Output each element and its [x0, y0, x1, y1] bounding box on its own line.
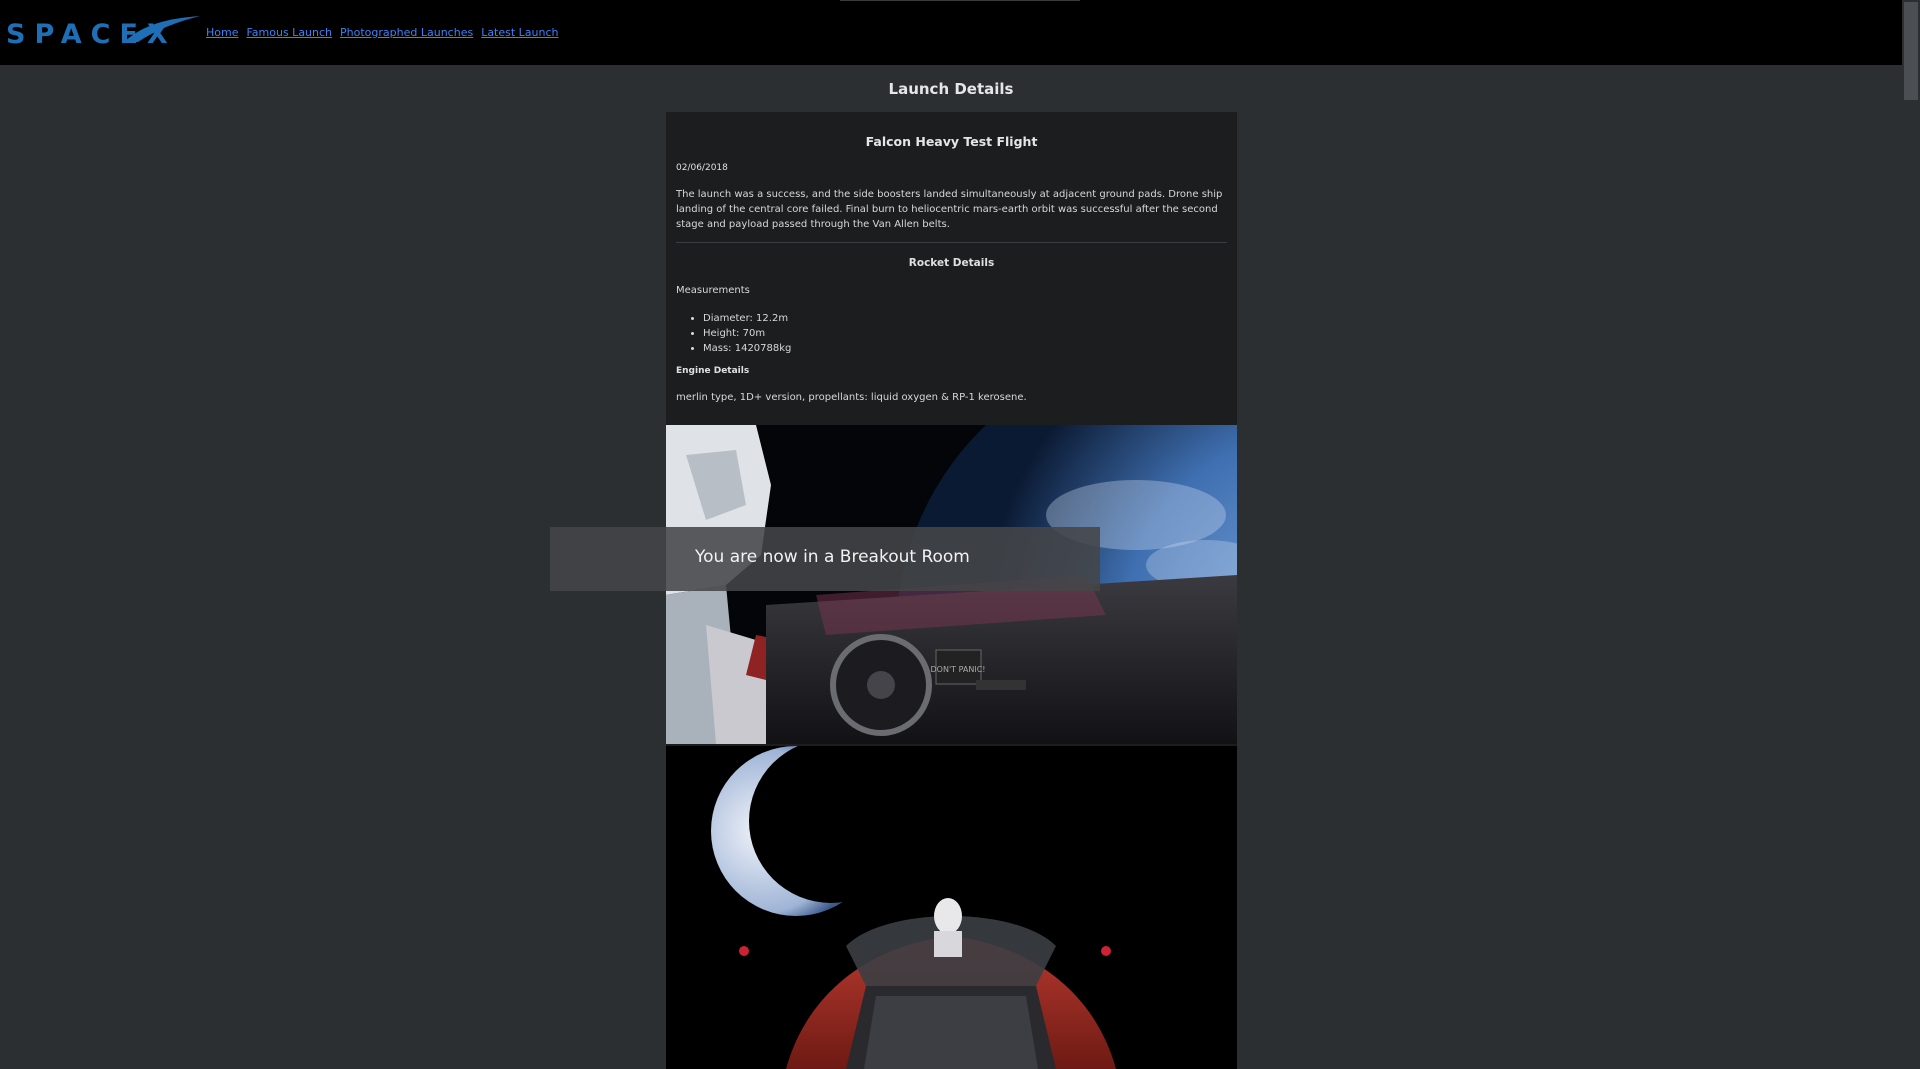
- breakout-room-toast: You are now in a Breakout Room: [550, 527, 1100, 591]
- top-divider: [840, 0, 1080, 1]
- nav-famous-launch[interactable]: Famous Launch: [246, 26, 332, 39]
- launch-date: 02/06/2018: [676, 163, 728, 173]
- scrollbar-thumb[interactable]: [1904, 2, 1918, 100]
- vertical-scrollbar[interactable]: [1902, 0, 1920, 1069]
- measurement-height: Height: 70m: [703, 326, 1227, 341]
- page-title: Launch Details: [888, 80, 1014, 98]
- divider: [676, 242, 1227, 243]
- nav-home[interactable]: Home: [206, 26, 238, 39]
- toast-message: You are now in a Breakout Room: [695, 547, 970, 567]
- nav-latest-launch[interactable]: Latest Launch: [481, 26, 558, 39]
- dont-panic-sign: DON'T PANIC!: [931, 665, 986, 674]
- main-nav: Home Famous Launch Photographed Launches…: [206, 26, 559, 39]
- launch-name: Falcon Heavy Test Flight: [865, 134, 1038, 149]
- site-header: SPACEX Home Famous Launch Photographed L…: [0, 0, 1902, 65]
- launch-photo-roadster: [666, 746, 1237, 1069]
- engine-details-heading: Engine Details: [676, 366, 750, 376]
- measurements-label: Measurements: [676, 285, 750, 296]
- spacex-logo[interactable]: SPACEX: [6, 12, 202, 48]
- rocket-details-heading: Rocket Details: [908, 257, 995, 269]
- engine-details: merlin type, 1D+ version, propellants: l…: [676, 392, 1027, 403]
- measurements-list: Diameter: 12.2m Height: 70m Mass: 142078…: [676, 311, 1227, 356]
- nav-photographed-launches[interactable]: Photographed Launches: [340, 26, 473, 39]
- launch-details: The launch was a success, and the side b…: [676, 189, 1223, 230]
- measurement-mass: Mass: 1420788kg: [703, 341, 1227, 356]
- measurement-diameter: Diameter: 12.2m: [703, 311, 1227, 326]
